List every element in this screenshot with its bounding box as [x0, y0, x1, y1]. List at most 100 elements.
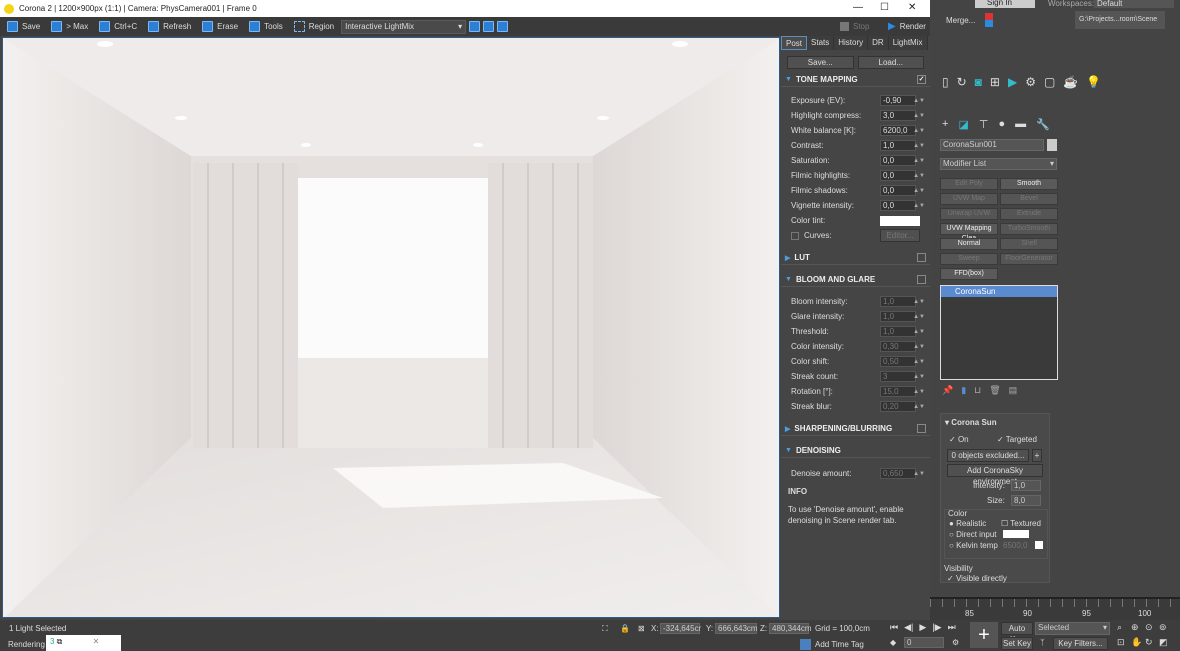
modifier-button[interactable]: Bevel: [1000, 193, 1058, 205]
zoom-extents-all-icon[interactable]: ⊚: [1159, 622, 1173, 633]
save-preset-button[interactable]: Save...: [787, 56, 854, 69]
spinner-icon[interactable]: ▲▼: [913, 471, 925, 477]
merge-button[interactable]: Merge...: [946, 16, 975, 25]
tab-post[interactable]: Post: [781, 36, 808, 50]
tab-dr[interactable]: DR: [868, 36, 889, 50]
modifier-button[interactable]: Extrude: [1000, 208, 1058, 220]
key-filters-button[interactable]: Key Filters...: [1053, 637, 1108, 650]
render-button[interactable]: ▶ Render: [884, 19, 930, 34]
key-mode-select[interactable]: Selected ▾: [1035, 622, 1110, 635]
param-input[interactable]: 6200,0: [880, 125, 916, 136]
object-color-swatch[interactable]: [1047, 139, 1057, 151]
stack-item[interactable]: CoronaSun: [941, 286, 1057, 297]
modifier-button[interactable]: Unwrap UVW: [940, 208, 998, 220]
orbit-icon[interactable]: ↻: [1145, 637, 1159, 648]
modifier-button[interactable]: UVW Mapping Clea: [940, 223, 998, 242]
spinner-icon[interactable]: ▲▼: [913, 188, 925, 194]
taskbar-preview[interactable]: 3 ⧉ ✕: [46, 635, 121, 651]
time-tag-icon[interactable]: [800, 639, 811, 650]
erase-button[interactable]: Erase: [198, 19, 242, 34]
region-button[interactable]: Region: [290, 19, 338, 34]
size-input[interactable]: 8,0: [1011, 495, 1041, 506]
y-coordinate-input[interactable]: 666,643cm: [715, 623, 758, 634]
modifier-button[interactable]: FFD(box): [940, 268, 998, 280]
tab-history[interactable]: History: [834, 36, 869, 50]
render-setup-icon[interactable]: ▯: [942, 75, 949, 89]
project-path-select[interactable]: G:\Projects...room\Scene: [1075, 11, 1165, 29]
time-config-icon[interactable]: ⚙: [952, 638, 959, 647]
key-tangent-icon[interactable]: ᛉ: [1040, 638, 1045, 647]
absolute-mode-icon[interactable]: ⊠: [638, 624, 645, 633]
remove-modifier-icon[interactable]: 🗑: [989, 385, 1000, 396]
teapot-icon[interactable]: ☕: [1063, 75, 1078, 89]
show-end-result-icon[interactable]: ▮: [961, 385, 966, 396]
copy-button[interactable]: Ctrl+C: [95, 19, 141, 34]
spinner-icon[interactable]: ▲▼: [913, 344, 925, 350]
configure-icon[interactable]: ▤: [1009, 385, 1018, 396]
bloom-header[interactable]: ▼ BLOOM AND GLARE: [781, 273, 930, 287]
field-of-view-icon[interactable]: ⊡: [1117, 637, 1131, 648]
save-button[interactable]: Save: [3, 19, 44, 34]
current-frame-input[interactable]: 0: [904, 637, 944, 648]
close-button[interactable]: ✕: [908, 2, 916, 13]
param-input[interactable]: 0,0: [880, 170, 916, 181]
frame-step-icon[interactable]: ◆: [890, 638, 896, 647]
param-input[interactable]: 0,30: [880, 341, 916, 352]
lightmix-select[interactable]: Interactive LightMix ▾: [341, 19, 467, 34]
kelvin-color-swatch[interactable]: [1035, 541, 1043, 549]
spinner-icon[interactable]: ▲▼: [913, 404, 925, 410]
param-input[interactable]: 0,0: [880, 155, 916, 166]
spinner-icon[interactable]: ▲▼: [913, 113, 925, 119]
sharpening-checkbox[interactable]: [917, 424, 926, 433]
minimize-button[interactable]: —: [853, 2, 863, 13]
zoom-out-icon[interactable]: [483, 21, 495, 32]
targeted-checkbox[interactable]: ✓ Targeted: [997, 435, 1037, 444]
add-exclude-button[interactable]: +: [1032, 449, 1042, 462]
modifier-list-select[interactable]: Modifier List ▾: [940, 158, 1057, 170]
spinner-icon[interactable]: ▲▼: [913, 389, 925, 395]
set-key-big-button[interactable]: +: [970, 622, 998, 648]
max-button[interactable]: > Max: [47, 19, 92, 34]
modifier-button[interactable]: UVW Map: [940, 193, 998, 205]
param-input[interactable]: 3,0: [880, 110, 916, 121]
param-input[interactable]: 1,0: [880, 140, 916, 151]
rendered-frame-icon[interactable]: ▶: [1008, 75, 1017, 89]
param-input[interactable]: -0,90: [880, 95, 916, 106]
on-checkbox[interactable]: ✓ On: [949, 435, 969, 444]
spinner-icon[interactable]: ▲▼: [913, 128, 925, 134]
add-time-tag-button[interactable]: Add Time Tag: [815, 640, 864, 649]
curves-checkbox[interactable]: [791, 231, 799, 240]
tab-lightmix[interactable]: LightMix: [888, 36, 928, 50]
tone-mapping-checkbox[interactable]: ✓: [917, 75, 926, 84]
param-input[interactable]: 0,0: [880, 200, 916, 211]
motion-tab-icon[interactable]: ●: [998, 118, 1005, 131]
param-input[interactable]: 15,0: [880, 386, 916, 397]
spinner-icon[interactable]: ▲▼: [913, 143, 925, 149]
object-name-input[interactable]: CoronaSun001: [940, 139, 1044, 151]
render-refresh-icon[interactable]: ↻: [957, 75, 967, 89]
tools-button[interactable]: Tools: [245, 19, 287, 34]
frame-icon[interactable]: ▢: [1044, 75, 1055, 89]
spinner-icon[interactable]: ▲▼: [913, 299, 925, 305]
spinner-icon[interactable]: ▲▼: [913, 359, 925, 365]
previous-frame-icon[interactable]: ◀|: [904, 622, 913, 633]
spinner-icon[interactable]: ▲▼: [913, 173, 925, 179]
direct-input-radio[interactable]: ○ Direct input: [949, 530, 997, 539]
next-frame-icon[interactable]: |▶: [932, 622, 941, 633]
light-bulb-icon[interactable]: 💡: [1086, 75, 1101, 89]
make-unique-icon[interactable]: ⊔: [974, 385, 981, 396]
maximize-viewport-icon[interactable]: ◩: [1159, 637, 1173, 648]
workspace-select[interactable]: Default: [1094, 0, 1174, 8]
x-coordinate-input[interactable]: -324,645cr: [660, 623, 701, 634]
zoom-extents-icon[interactable]: ⊙: [1145, 622, 1159, 633]
refresh-button[interactable]: Refresh: [144, 19, 195, 34]
lut-checkbox[interactable]: [917, 253, 926, 262]
modifier-button[interactable]: TurboSmooth: [1000, 223, 1058, 235]
param-input[interactable]: 1,0: [880, 296, 916, 307]
sharpening-header[interactable]: ▶ SHARPENING/BLURRING: [781, 422, 930, 436]
spinner-icon[interactable]: ▲▼: [913, 158, 925, 164]
zoom-icon[interactable]: ⌕: [1117, 622, 1131, 633]
auto-key-button[interactable]: Auto Key: [1001, 622, 1033, 644]
create-tab-icon[interactable]: +: [942, 118, 948, 131]
zoom-fit-icon[interactable]: [497, 21, 509, 32]
